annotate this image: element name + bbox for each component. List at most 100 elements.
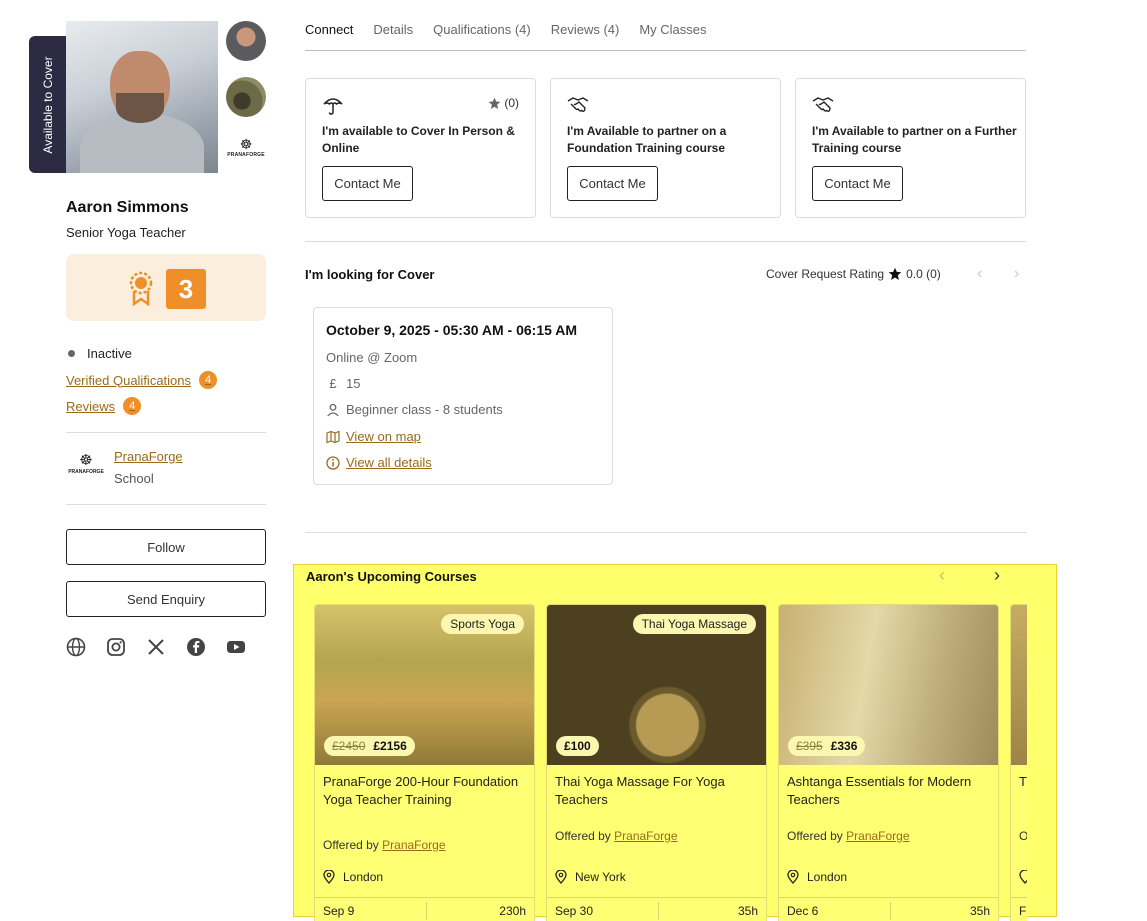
tab-reviews[interactable]: Reviews (4) (551, 22, 620, 50)
profile-role: Senior Yoga Teacher (66, 225, 186, 240)
offered-by-label: Offered by (787, 829, 843, 843)
course-card[interactable]: Thai Yoga Massage £100 Thai Yoga Massage… (546, 604, 767, 921)
reviews-link[interactable]: Reviews 4 (66, 397, 142, 415)
cover-class-text: Beginner class - 8 students (346, 402, 503, 417)
pound-icon: £ (329, 376, 337, 391)
youtube-icon[interactable] (226, 637, 246, 657)
course-price: £100 (564, 739, 591, 753)
cover-rating-value: 0.0 (0) (906, 267, 941, 281)
cover-map-row: View on map (326, 429, 421, 444)
course-offered-by: Offered by PranaForge (787, 829, 910, 843)
course-card[interactable]: T In O F (1010, 604, 1027, 921)
location-pin-icon (787, 870, 799, 884)
contact-me-button[interactable]: Contact Me (812, 166, 903, 201)
cover-date: October 9, 2025 - 05:30 AM - 06:15 AM (326, 322, 578, 338)
verified-qualifications-link[interactable]: Verified Qualifications 4 (66, 371, 218, 389)
profile-name: Aaron Simmons (66, 199, 189, 216)
x-icon[interactable] (146, 637, 166, 657)
cover-location: Online @ Zoom (326, 350, 417, 365)
footer-divider (890, 902, 891, 920)
globe-icon[interactable] (66, 637, 86, 657)
contact-me-button[interactable]: Contact Me (567, 166, 658, 201)
sidebar-divider (66, 432, 266, 433)
course-title[interactable]: Thai Yoga Massage For Yoga Teachers (555, 773, 760, 809)
course-provider-link[interactable]: PranaForge (846, 829, 909, 843)
course-hours: 230h (499, 904, 526, 918)
course-title[interactable]: Ashtanga Essentials for Modern Teachers (787, 773, 992, 809)
school-logo-wordmark: PRANAFORGE (68, 469, 104, 475)
count-badge: 4 (199, 371, 218, 389)
school-logo[interactable]: ☸ PRANAFORGE (68, 452, 104, 482)
level-badge: 3 (66, 254, 266, 321)
course-image (1011, 605, 1027, 765)
verified-qualifications-label: Verified Qualifications (66, 372, 192, 388)
course-offered-by: Offered by PranaForge (555, 829, 678, 843)
cover-request-card: October 9, 2025 - 05:30 AM - 06:15 AM On… (313, 307, 613, 485)
course-location-text: London (807, 870, 848, 884)
chevron-right-icon[interactable]: › (1014, 265, 1019, 283)
star-icon (888, 267, 902, 280)
tab-qualifications[interactable]: Qualifications (4) (433, 22, 531, 50)
handshake-icon (567, 97, 589, 112)
profile-photo[interactable] (66, 21, 218, 173)
course-old-price: £2450 (332, 739, 366, 753)
chevron-left-icon[interactable]: ‹ (939, 565, 945, 586)
course-location (1019, 870, 1027, 884)
course-hours: 35h (737, 904, 758, 918)
gallery-thumbnail-2[interactable] (226, 77, 266, 117)
cover-price: £ 15 (326, 376, 360, 391)
send-enquiry-button[interactable]: Send Enquiry (66, 581, 266, 617)
course-price: £336 (830, 739, 858, 753)
course-card[interactable]: £395 £336 Ashtanga Essentials for Modern… (778, 604, 999, 921)
tab-connect[interactable]: Connect (305, 22, 353, 50)
course-date: Sep 9 (323, 904, 355, 918)
offered-by-label: Offered by (555, 829, 611, 843)
rating-count: (0) (504, 96, 519, 110)
section-divider (305, 241, 1026, 242)
course-date: F (1019, 904, 1027, 918)
course-category-badge: Thai Yoga Massage (632, 614, 756, 634)
course-provider-link[interactable]: PranaForge (614, 829, 677, 843)
count-badge: 4 (123, 397, 142, 415)
photo-beard-shape (116, 93, 164, 123)
course-footer: Sep 30 35h (547, 897, 766, 921)
course-card[interactable]: Sports Yoga £2450 £2156 PranaForge 200-H… (314, 604, 535, 921)
social-links (66, 637, 246, 657)
sidebar-divider (66, 504, 266, 505)
offered-by-label: O (1019, 829, 1027, 843)
person-icon (327, 403, 339, 416)
map-icon (326, 430, 340, 443)
course-date: Dec 6 (787, 904, 819, 918)
contact-me-button[interactable]: Contact Me (322, 166, 413, 201)
offered-by-label: Offered by (323, 838, 379, 852)
info-icon (326, 455, 340, 470)
course-location: New York (555, 870, 626, 884)
card-title: I'm Available to partner on a Further Tr… (812, 124, 1017, 155)
course-provider-link[interactable]: PranaForge (382, 838, 445, 852)
card-title: I'm Available to partner on a Foundation… (567, 124, 727, 155)
course-price-badge: £2450 £2156 (324, 736, 415, 756)
location-pin-icon (1019, 870, 1027, 884)
looking-for-cover-title: I'm looking for Cover (305, 267, 435, 282)
tab-my-classes[interactable]: My Classes (639, 22, 706, 50)
meditation-figure-icon: ☸ (79, 452, 93, 469)
gallery-thumbnail-1[interactable] (226, 21, 266, 61)
course-location-text: London (343, 870, 384, 884)
chevron-left-icon[interactable]: ‹ (977, 265, 982, 283)
upcoming-courses-title: Aaron's Upcoming Courses (306, 569, 477, 584)
instagram-icon[interactable] (106, 637, 126, 657)
course-title[interactable]: PranaForge 200-Hour Foundation Yoga Teac… (323, 773, 528, 809)
cover-details-row: View all details (326, 455, 432, 470)
facebook-icon[interactable] (186, 637, 206, 657)
view-all-details-link[interactable]: View all details (346, 455, 432, 470)
school-name-link[interactable]: PranaForge (114, 449, 183, 464)
chevron-right-icon[interactable]: › (994, 565, 1000, 586)
umbrella-icon (323, 98, 343, 115)
view-on-map-link[interactable]: View on map (346, 429, 421, 444)
tab-details[interactable]: Details (373, 22, 413, 50)
course-title[interactable]: T In (1019, 773, 1027, 791)
status-indicator: Inactive (68, 346, 132, 361)
pranaforge-logo[interactable]: ☸ PRANAFORGE (226, 136, 266, 166)
follow-button[interactable]: Follow (66, 529, 266, 565)
upcoming-courses-section: Aaron's Upcoming Courses ‹ › Sports Yoga… (293, 564, 1057, 921)
